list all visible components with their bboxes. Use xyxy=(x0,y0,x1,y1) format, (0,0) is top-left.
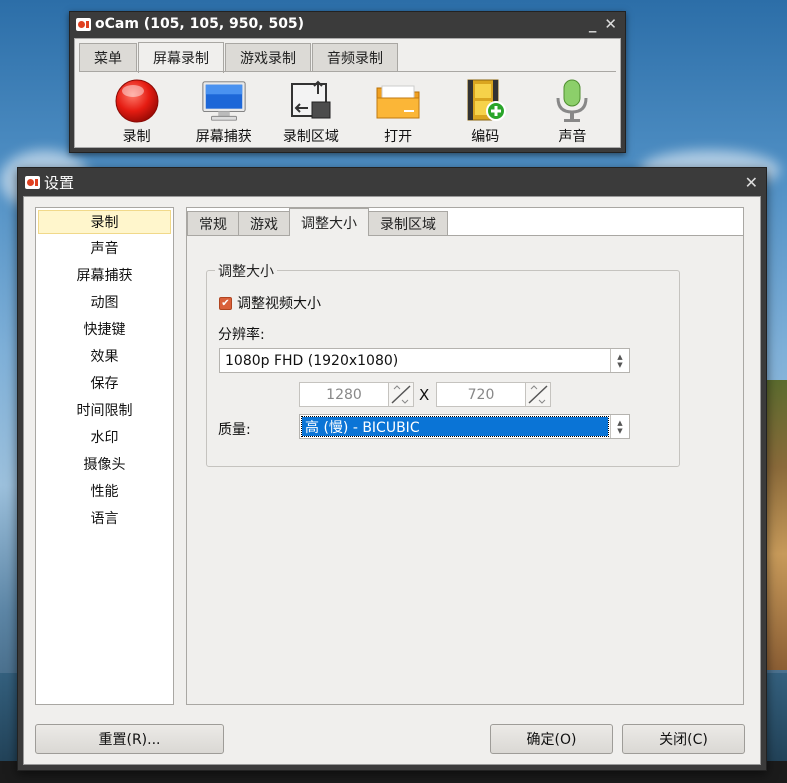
nav-item-time-limit[interactable]: 时间限制 xyxy=(36,396,173,423)
updown-arrows-icon: ▲ ▼ xyxy=(610,349,629,372)
settings-logo-icon xyxy=(25,175,40,189)
sound-label: 声音 xyxy=(558,129,587,145)
quality-select[interactable]: 高 (慢) - BICUBIC ▲ ▼ xyxy=(299,414,630,439)
nav-item-screen-capture[interactable]: 屏幕捕获 xyxy=(36,261,173,288)
resize-area-icon xyxy=(287,78,335,124)
microphone-icon xyxy=(548,78,596,124)
reset-button[interactable]: 重置(R)... xyxy=(35,724,224,754)
ocam-tab-bar: 菜单 屏幕录制 游戏录制 音频录制 xyxy=(79,41,399,73)
settings-title: 设置 xyxy=(44,173,75,192)
monitor-icon xyxy=(200,78,248,124)
screen-capture-label: 屏幕捕获 xyxy=(195,129,252,145)
width-input[interactable]: 1280 xyxy=(299,382,414,407)
tab-resize[interactable]: 调整大小 xyxy=(289,208,369,236)
nav-item-watermark[interactable]: 水印 xyxy=(36,423,173,450)
resize-tab-page: 调整大小 ✔ 调整视频大小 分辨率: 1080p FHD (1920x1080)… xyxy=(187,235,743,704)
ocam-body: 菜单 屏幕录制 游戏录制 音频录制 录制 屏幕捕获 录制区域 打开 编码 声音 xyxy=(74,38,621,148)
height-input[interactable]: 720 xyxy=(436,382,551,407)
record-icon xyxy=(113,78,161,124)
width-value: 1280 xyxy=(326,386,362,403)
nav-item-language[interactable]: 语言 xyxy=(36,504,173,531)
width-spin-icon[interactable] xyxy=(388,383,413,406)
checkmark-icon: ✔ xyxy=(219,296,232,310)
open-button[interactable]: 打开 xyxy=(355,72,442,146)
resize-video-checkbox[interactable]: ✔ 调整视频大小 xyxy=(219,293,321,313)
height-spin-icon[interactable] xyxy=(525,383,550,406)
settings-body: 录制 声音 屏幕捕获 动图 快捷键 效果 保存 时间限制 水印 摄像头 性能 语… xyxy=(23,196,761,765)
close-icon[interactable]: ✕ xyxy=(604,16,617,32)
nav-item-webcam[interactable]: 摄像头 xyxy=(36,450,173,477)
tab-audio-record[interactable]: 音频录制 xyxy=(312,43,398,71)
ok-button[interactable]: 确定(O) xyxy=(490,724,613,754)
encode-button[interactable]: 编码 xyxy=(442,72,529,146)
tab-menu[interactable]: 菜单 xyxy=(79,43,137,71)
nav-item-record[interactable]: 录制 xyxy=(38,210,171,234)
record-label: 录制 xyxy=(122,129,151,145)
nav-item-sound[interactable]: 声音 xyxy=(36,234,173,261)
screen-capture-button[interactable]: 屏幕捕获 xyxy=(180,72,267,146)
resolution-value: 1080p FHD (1920x1080) xyxy=(225,352,399,369)
nav-item-performance[interactable]: 性能 xyxy=(36,477,173,504)
updown-arrows-icon: ▲ ▼ xyxy=(610,415,629,438)
ocam-title-bar[interactable]: oCam (105, 105, 950, 505) _ ✕ xyxy=(70,12,625,36)
quality-label: 质量: xyxy=(218,422,251,438)
settings-content: 常规 游戏 调整大小 录制区域 调整大小 ✔ 调整视频大小 分辨率: 1080p… xyxy=(186,207,744,705)
ocam-window: oCam (105, 105, 950, 505) _ ✕ 菜单 屏幕录制 游戏… xyxy=(69,11,626,153)
minimize-icon[interactable]: _ xyxy=(589,16,597,32)
tab-screen-record[interactable]: 屏幕录制 xyxy=(138,42,224,73)
ocam-title: oCam (105, 105, 950, 505) xyxy=(95,16,305,32)
nav-item-hotkeys[interactable]: 快捷键 xyxy=(36,315,173,342)
sound-button[interactable]: 声音 xyxy=(529,72,616,146)
film-add-icon xyxy=(461,78,509,124)
ocam-toolbar: 录制 屏幕捕获 录制区域 打开 编码 声音 xyxy=(79,71,616,146)
folder-icon xyxy=(374,78,422,124)
settings-tab-bar: 常规 游戏 调整大小 录制区域 xyxy=(187,208,448,236)
close-icon[interactable]: ✕ xyxy=(745,173,758,192)
record-button[interactable]: 录制 xyxy=(93,72,180,146)
settings-title-bar[interactable]: 设置 ✕ xyxy=(18,168,766,196)
quality-value: 高 (慢) - BICUBIC xyxy=(301,416,609,437)
resolution-select[interactable]: 1080p FHD (1920x1080) ▲ ▼ xyxy=(219,348,630,373)
resize-group-title: 调整大小 xyxy=(215,261,277,281)
resize-video-label: 调整视频大小 xyxy=(237,296,321,312)
tab-game-record[interactable]: 游戏录制 xyxy=(225,43,311,71)
settings-dialog: 设置 ✕ 录制 声音 屏幕捕获 动图 快捷键 效果 保存 时间限制 水印 摄像头… xyxy=(17,167,767,771)
resolution-label: 分辨率: xyxy=(218,327,265,343)
tab-general[interactable]: 常规 xyxy=(187,211,239,236)
settings-nav: 录制 声音 屏幕捕获 动图 快捷键 效果 保存 时间限制 水印 摄像头 性能 语… xyxy=(35,207,174,705)
resize-group: 调整大小 ✔ 调整视频大小 分辨率: 1080p FHD (1920x1080)… xyxy=(206,261,680,467)
height-value: 720 xyxy=(467,386,495,403)
nav-item-save[interactable]: 保存 xyxy=(36,369,173,396)
encode-label: 编码 xyxy=(471,129,500,145)
open-label: 打开 xyxy=(384,129,413,145)
record-area-label: 录制区域 xyxy=(282,129,339,145)
tab-game[interactable]: 游戏 xyxy=(238,211,290,236)
nav-item-gif[interactable]: 动图 xyxy=(36,288,173,315)
record-area-button[interactable]: 录制区域 xyxy=(267,72,354,146)
close-button[interactable]: 关闭(C) xyxy=(622,724,745,754)
ocam-logo-icon xyxy=(76,17,91,31)
nav-item-effects[interactable]: 效果 xyxy=(36,342,173,369)
tab-record-area[interactable]: 录制区域 xyxy=(368,211,448,236)
dimension-separator: X xyxy=(419,386,430,404)
